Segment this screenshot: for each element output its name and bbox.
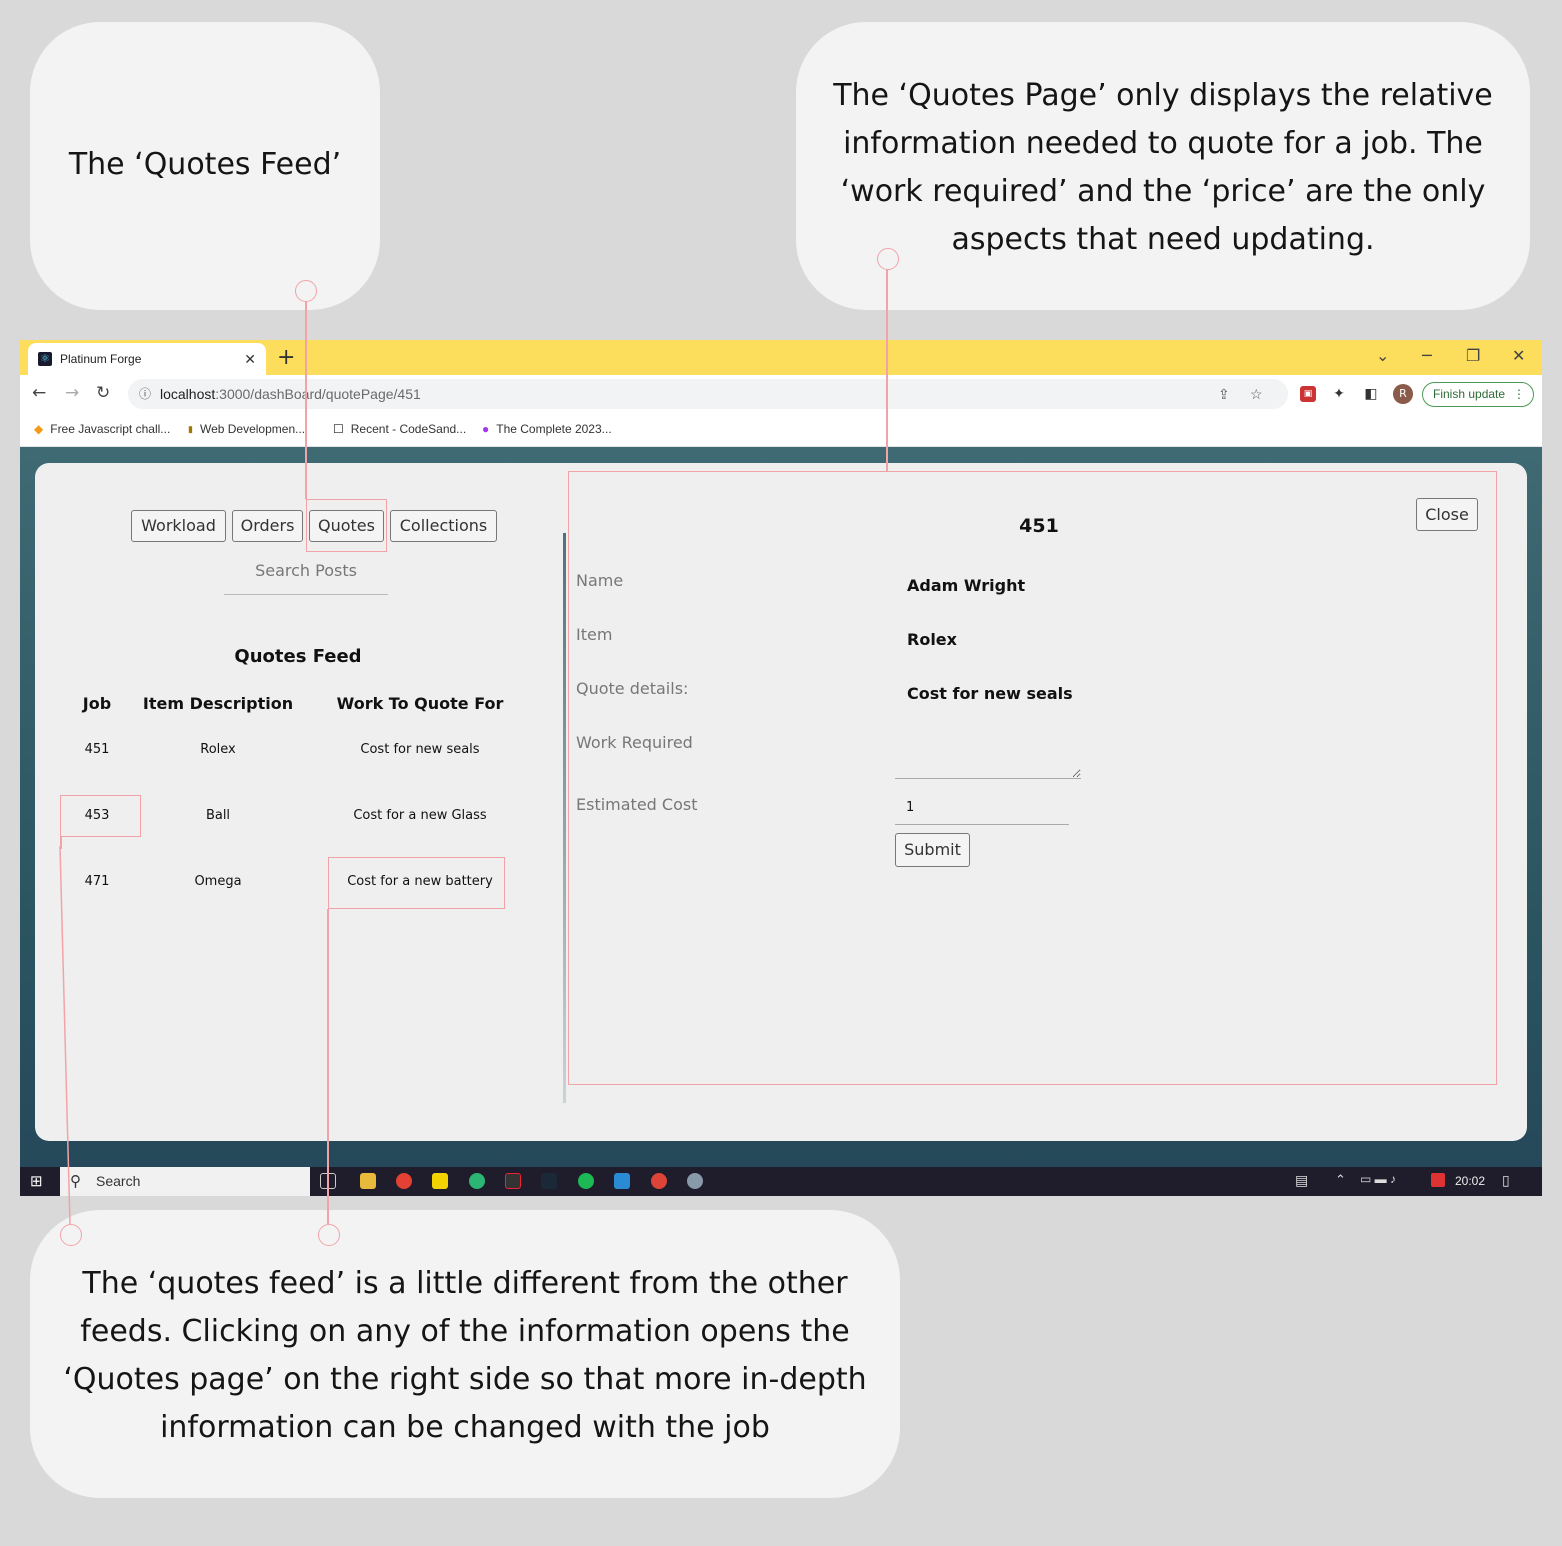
cell-item[interactable]: Rolex — [141, 742, 295, 757]
callout-dot — [60, 1224, 82, 1246]
highlight-work-cell — [328, 857, 505, 909]
avatar[interactable]: R — [1393, 384, 1413, 404]
browser-tab[interactable]: ⚛ Platinum Forge ✕ — [28, 343, 266, 375]
finish-update-button[interactable]: Finish update ⋮ — [1422, 382, 1534, 407]
forward-icon[interactable]: → — [65, 383, 79, 403]
url-field[interactable]: ⓘ localhost:3000/dashBoard/quotePage/451… — [128, 379, 1288, 409]
bookmark-label: Free Javascript chall... — [50, 422, 171, 436]
annotation-quotes-feed: The ‘Quotes Feed’ — [30, 22, 380, 310]
callout-line — [305, 302, 307, 499]
search-input[interactable]: Search Posts — [224, 561, 388, 595]
app-icon[interactable] — [687, 1173, 703, 1189]
feed-title: Quotes Feed — [234, 646, 362, 667]
back-icon[interactable]: ← — [32, 383, 46, 403]
udemy-icon: ● — [482, 422, 490, 436]
notification-icon[interactable]: ▯ — [1502, 1172, 1510, 1189]
annotation-feed-note: The ‘quotes feed’ is a little different … — [30, 1210, 900, 1498]
tab-bar: ⚛ Platinum Forge ✕ + ⌄ ─ ❐ ✕ — [20, 340, 1542, 375]
minimize-icon[interactable]: ─ — [1422, 346, 1432, 365]
windows-icon[interactable]: ⊞ — [30, 1172, 43, 1190]
collections-button[interactable]: Collections — [390, 510, 497, 542]
info-icon[interactable]: ⓘ — [139, 379, 151, 409]
annotation-quotes-page: The ‘Quotes Page’ only displays the rela… — [796, 22, 1530, 310]
folder-icon[interactable] — [360, 1173, 376, 1189]
new-tab-icon[interactable]: + — [277, 345, 295, 370]
vscode-icon[interactable] — [614, 1173, 630, 1189]
bookmark-icon: ▮ — [188, 423, 193, 434]
orders-button[interactable]: Orders — [232, 510, 303, 542]
react-icon: ⚛ — [38, 352, 52, 366]
chevron-down-icon[interactable]: ⌄ — [1376, 346, 1389, 365]
restore-icon[interactable]: ❐ — [1466, 346, 1480, 365]
bookmark-item[interactable]: ● The Complete 2023... — [482, 422, 612, 436]
taskbar: ⊞ ⚲ Search ▤ ⌃ ▭ ▬ ♪ 20:02 ▯ — [20, 1167, 1542, 1196]
chevron-up-icon[interactable]: ⌃ — [1335, 1172, 1346, 1188]
diamond-icon: ◆ — [34, 422, 44, 436]
tray-icons[interactable]: ▭ ▬ ♪ — [1360, 1172, 1396, 1186]
cell-work[interactable]: Cost for new seals — [325, 742, 515, 757]
app-icon[interactable] — [469, 1173, 485, 1189]
bookmark-item[interactable]: ◆ Free Javascript chall... — [34, 422, 170, 436]
terminal-icon[interactable] — [505, 1173, 521, 1189]
callout-line — [327, 909, 329, 1224]
highlight-quote-page — [568, 471, 1497, 1085]
calendar-icon[interactable] — [1431, 1173, 1445, 1187]
callout-line — [886, 269, 888, 471]
cell-item[interactable]: Ball — [141, 808, 295, 823]
news-icon[interactable]: ▤ — [1295, 1172, 1308, 1189]
sidepanel-icon[interactable]: ◧ — [1363, 386, 1379, 402]
close-icon[interactable]: ✕ — [244, 351, 256, 368]
annotation-text: The ‘Quotes Page’ only displays the rela… — [833, 78, 1493, 257]
callout-dot — [318, 1224, 340, 1246]
callout-dot — [877, 248, 899, 270]
chrome-active-icon[interactable] — [651, 1173, 667, 1189]
bookmark-label: Web Developmen... — [199, 422, 306, 436]
puzzle-icon[interactable]: ✦ — [1331, 386, 1347, 402]
callout-line — [59, 846, 71, 1226]
callout-dot — [295, 280, 317, 302]
square-icon: ☐ — [333, 422, 344, 436]
url-path: :3000/dashBoard/quotePage/451 — [215, 386, 421, 402]
column-header-work: Work To Quote For — [336, 694, 504, 713]
cell-work[interactable]: Cost for a new Glass — [325, 808, 515, 823]
taskbar-search[interactable]: ⚲ Search — [60, 1167, 310, 1196]
taskbar-search-label: Search — [96, 1173, 141, 1189]
address-bar-row: ← → ↻ ⓘ localhost:3000/dashBoard/quotePa… — [20, 375, 1542, 413]
bookmark-label: The Complete 2023... — [496, 422, 612, 436]
annotation-text: The ‘Quotes Feed’ — [68, 147, 342, 182]
share-icon[interactable]: ⇪ — [1218, 379, 1230, 409]
highlight-job-cell — [60, 795, 141, 837]
notes-icon[interactable] — [432, 1173, 448, 1189]
reload-icon[interactable]: ↻ — [96, 383, 110, 403]
cell-job[interactable]: 451 — [65, 742, 129, 757]
url-host: localhost — [160, 386, 216, 402]
cell-item[interactable]: Omega — [141, 874, 295, 889]
bookmark-item[interactable]: ▮ Web Developmen... — [188, 422, 305, 436]
finish-update-label: Finish update — [1433, 387, 1506, 401]
bookmarks-bar: ◆ Free Javascript chall... ▮ Web Developme… — [20, 413, 1542, 447]
workload-button[interactable]: Workload — [131, 510, 226, 542]
steam-icon[interactable] — [541, 1173, 557, 1189]
bookmark-label: Recent - CodeSand... — [350, 422, 467, 436]
clock[interactable]: 20:02 — [1455, 1174, 1485, 1188]
divider — [563, 533, 566, 1103]
chrome-icon[interactable] — [396, 1173, 412, 1189]
more-icon[interactable]: ⋮ — [1513, 383, 1525, 406]
column-header-item: Item Description — [142, 694, 294, 713]
column-header-job: Job — [82, 694, 112, 713]
tab-title: Platinum Forge — [60, 352, 142, 366]
highlight-quotes-button — [306, 499, 387, 552]
bookmark-item[interactable]: ☐ Recent - CodeSand... — [333, 422, 466, 436]
extension-icon[interactable]: ▣ — [1300, 386, 1316, 402]
spotify-icon[interactable] — [578, 1173, 594, 1189]
close-window-icon[interactable]: ✕ — [1512, 346, 1525, 365]
star-icon[interactable]: ☆ — [1250, 379, 1263, 409]
annotation-text: The ‘quotes feed’ is a little different … — [63, 1266, 867, 1445]
